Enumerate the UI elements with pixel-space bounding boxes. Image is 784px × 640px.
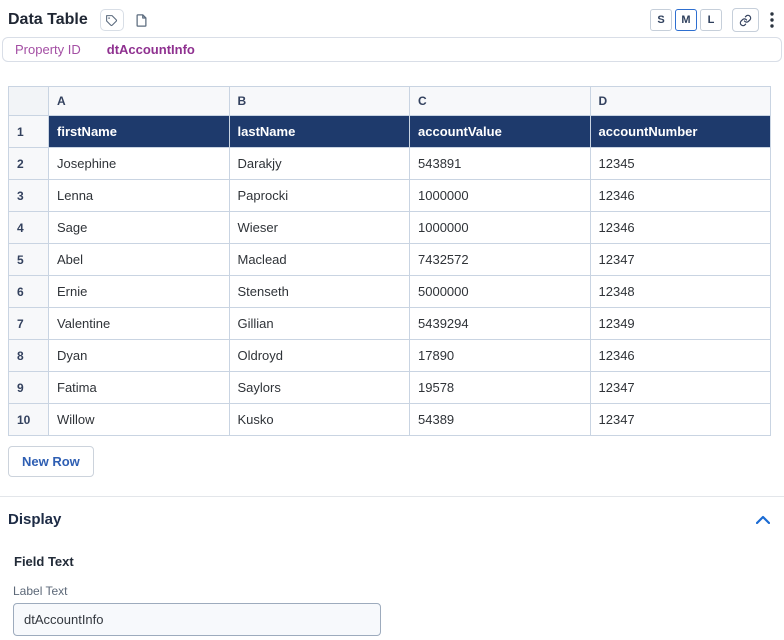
- label-text-label: Label Text: [13, 584, 68, 598]
- table-cell[interactable]: Stenseth: [228, 275, 410, 308]
- row-number[interactable]: 10: [8, 403, 49, 436]
- collapse-section-button[interactable]: [754, 513, 772, 526]
- row-number[interactable]: 1: [8, 115, 49, 148]
- field-text-title: Field Text: [14, 554, 74, 569]
- table-cell[interactable]: 12347: [589, 403, 771, 436]
- size-small-button[interactable]: S: [650, 9, 672, 31]
- table-cell[interactable]: 5000000: [409, 275, 591, 308]
- chevron-up-icon: [756, 515, 770, 524]
- table-cell[interactable]: Paprocki: [228, 179, 410, 212]
- table-cell[interactable]: 12347: [589, 243, 771, 276]
- header-cell[interactable]: lastName: [228, 115, 410, 148]
- table-cell[interactable]: Dyan: [48, 339, 230, 372]
- size-large-button[interactable]: L: [700, 9, 722, 31]
- new-row-button[interactable]: New Row: [8, 446, 94, 477]
- display-section-header: Display: [0, 497, 784, 528]
- row-number[interactable]: 5: [8, 243, 49, 276]
- column-letter[interactable]: C: [409, 86, 591, 116]
- table-cell[interactable]: Darakjy: [228, 147, 410, 180]
- topbar-left: Data Table: [8, 9, 152, 31]
- table-cell[interactable]: 17890: [409, 339, 591, 372]
- table-cell[interactable]: 12345: [589, 147, 771, 180]
- table-cell[interactable]: Maclead: [228, 243, 410, 276]
- table-cell[interactable]: 12346: [589, 179, 771, 212]
- table-cell[interactable]: 12349: [589, 307, 771, 340]
- table-cell[interactable]: 1000000: [409, 179, 591, 212]
- table-row: 5 Abel Maclead 7432572 12347: [8, 243, 771, 276]
- column-letter-row: A B C D: [8, 86, 771, 116]
- table-cell[interactable]: 12347: [589, 371, 771, 404]
- size-medium-button[interactable]: M: [675, 9, 697, 31]
- note-icon[interactable]: [132, 9, 152, 31]
- tag-icon[interactable]: [99, 9, 124, 31]
- row-number[interactable]: 2: [8, 147, 49, 180]
- table-cell[interactable]: Gillian: [228, 307, 410, 340]
- table-cell[interactable]: Wieser: [228, 211, 410, 244]
- table-row: 3 Lenna Paprocki 1000000 12346: [8, 179, 771, 212]
- row-number[interactable]: 9: [8, 371, 49, 404]
- property-id-value: dtAccountInfo: [106, 42, 195, 57]
- table-cell[interactable]: Oldroyd: [228, 339, 410, 372]
- kebab-menu-icon[interactable]: [768, 10, 776, 30]
- table-row: 7 Valentine Gillian 5439294 12349: [8, 307, 771, 340]
- table-cell[interactable]: Sage: [48, 211, 230, 244]
- table-cell[interactable]: 5439294: [409, 307, 591, 340]
- corner-cell: [8, 86, 49, 116]
- table-row: 4 Sage Wieser 1000000 12346: [8, 211, 771, 244]
- header-cell[interactable]: accountValue: [409, 115, 591, 148]
- table-cell[interactable]: 12348: [589, 275, 771, 308]
- table-row: 8 Dyan Oldroyd 17890 12346: [8, 339, 771, 372]
- table-header-row: 1 firstName lastName accountValue accoun…: [8, 115, 771, 148]
- page-title: Data Table: [8, 11, 88, 28]
- header-cell[interactable]: accountNumber: [589, 115, 771, 148]
- property-id-bar: Property ID dtAccountInfo: [2, 37, 782, 62]
- display-section-title: Display: [8, 511, 62, 528]
- table-cell[interactable]: Abel: [48, 243, 230, 276]
- table-cell[interactable]: 543891: [409, 147, 591, 180]
- table-cell[interactable]: Kusko: [228, 403, 410, 436]
- table-cell[interactable]: 12346: [589, 339, 771, 372]
- column-letter[interactable]: B: [228, 86, 410, 116]
- table-cell[interactable]: Josephine: [48, 147, 230, 180]
- table-row: 9 Fatima Saylors 19578 12347: [8, 371, 771, 404]
- row-number[interactable]: 7: [8, 307, 49, 340]
- column-letter[interactable]: D: [589, 86, 771, 116]
- row-number[interactable]: 3: [8, 179, 49, 212]
- table-cell[interactable]: 19578: [409, 371, 591, 404]
- table-row: 6 Ernie Stenseth 5000000 12348: [8, 275, 771, 308]
- data-table-grid: A B C D 1 firstName lastName accountValu…: [8, 86, 771, 436]
- table-cell[interactable]: Lenna: [48, 179, 230, 212]
- table-cell[interactable]: 12346: [589, 211, 771, 244]
- table-row: 2 Josephine Darakjy 543891 12345: [8, 147, 771, 180]
- row-number[interactable]: 4: [8, 211, 49, 244]
- topbar-right: S M L: [647, 8, 776, 32]
- row-number[interactable]: 8: [8, 339, 49, 372]
- table-cell[interactable]: Valentine: [48, 307, 230, 340]
- row-number[interactable]: 6: [8, 275, 49, 308]
- table-cell[interactable]: Willow: [48, 403, 230, 436]
- table-row: 10 Willow Kusko 54389 12347: [8, 403, 771, 436]
- table-cell[interactable]: 54389: [409, 403, 591, 436]
- table-cell[interactable]: Ernie: [48, 275, 230, 308]
- link-icon: [739, 14, 752, 26]
- label-text-input[interactable]: [13, 603, 381, 636]
- table-cell[interactable]: 1000000: [409, 211, 591, 244]
- link-button[interactable]: [732, 8, 759, 32]
- header-cell[interactable]: firstName: [48, 115, 230, 148]
- table-cell[interactable]: 7432572: [409, 243, 591, 276]
- property-id-label: Property ID: [15, 42, 81, 57]
- topbar: Data Table S M L: [0, 0, 784, 32]
- table-cell[interactable]: Saylors: [228, 371, 410, 404]
- column-letter[interactable]: A: [48, 86, 230, 116]
- table-cell[interactable]: Fatima: [48, 371, 230, 404]
